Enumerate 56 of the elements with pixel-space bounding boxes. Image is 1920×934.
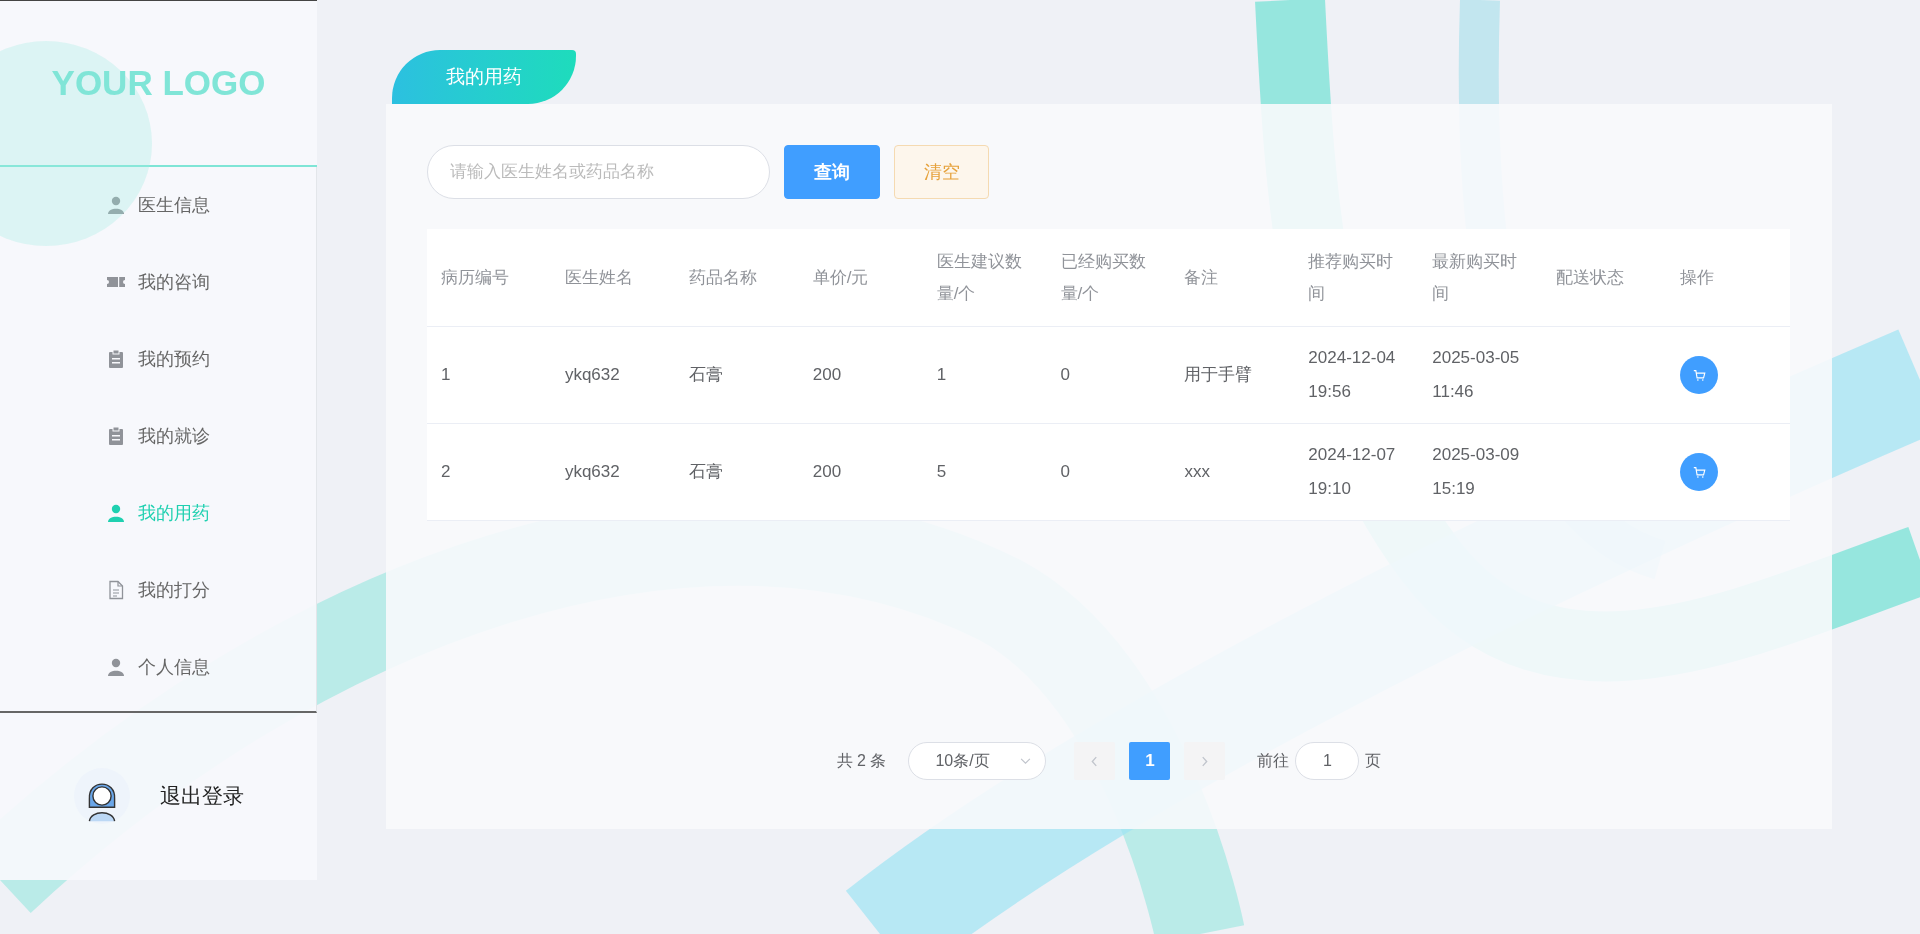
table-cell-text: 1 — [936, 364, 948, 386]
cart-button[interactable] — [1680, 453, 1719, 491]
table-cell-text: 2024-12-07 19:10 — [1308, 444, 1397, 500]
goto-label: 前往 — [1257, 750, 1290, 771]
column-header: 最新购买时间 — [1432, 250, 1519, 305]
table-cell-text: 2025-03-05 11:46 — [1432, 347, 1521, 403]
page-suffix: 页 — [1365, 750, 1382, 771]
column-header: 配送状态 — [1556, 266, 1626, 289]
sidebar-item[interactable]: 个人信息 — [0, 628, 316, 706]
table-cell-text: 0 — [1060, 461, 1071, 483]
person-icon — [106, 195, 126, 216]
column-header: 病历编号 — [441, 266, 510, 289]
table-cell-text: ykq632 — [564, 364, 621, 386]
sidebar-item[interactable]: 我的打分 — [0, 551, 316, 629]
column-header: 医生建议数量/个 — [936, 250, 1023, 305]
table-cell-text: 1 — [441, 364, 452, 386]
cart-button[interactable] — [1680, 356, 1719, 394]
page-size-select[interactable]: 10条/页 — [908, 742, 1047, 780]
cart-icon — [1692, 465, 1706, 479]
total-count: 共 2 条 — [836, 750, 887, 771]
table-cell-text: 200 — [812, 364, 843, 386]
logo-text: YOUR LOGO — [51, 63, 266, 104]
column-header: 单价/元 — [812, 266, 870, 289]
page-number-field[interactable]: 1 — [1295, 742, 1360, 780]
table-cell-text: xxx — [1184, 461, 1211, 483]
table-cell-text: 0 — [1060, 364, 1071, 386]
search-field[interactable]: 请输入医生姓名或药品名称 — [427, 145, 770, 199]
table-cell-text: 2 — [441, 461, 452, 483]
clipboard-icon — [106, 349, 126, 370]
column-header: 医生姓名 — [564, 266, 634, 289]
person-icon — [106, 503, 126, 524]
document-icon — [106, 580, 126, 601]
table-cell-text: 石膏 — [688, 364, 724, 386]
chevron-down-icon — [1020, 757, 1032, 765]
table-cell-text: 石膏 — [688, 461, 724, 483]
column-header: 药品名称 — [688, 266, 758, 289]
sidebar-item[interactable]: 医生信息 — [0, 166, 316, 244]
clipboard-icon — [106, 426, 126, 447]
table-cell-text: 2024-12-04 19:56 — [1308, 347, 1397, 403]
logout-link[interactable]: 退出登录 — [159, 782, 244, 811]
column-header: 推荐购买时间 — [1308, 250, 1395, 305]
sidebar-item[interactable]: 我的就诊 — [0, 397, 316, 475]
column-header: 备注 — [1184, 266, 1220, 289]
chevron-right-icon — [1201, 755, 1209, 767]
table-cell-text: ykq632 — [564, 461, 621, 483]
column-header: 已经购买数量/个 — [1060, 250, 1147, 305]
person-icon — [106, 657, 126, 678]
column-header: 操作 — [1680, 266, 1716, 289]
table-cell-text: 2025-03-09 15:19 — [1432, 444, 1521, 500]
sidebar-item[interactable]: 我的咨询 — [0, 243, 316, 321]
sidebar-item[interactable]: 我的预约 — [0, 320, 316, 398]
table-cell-text: 200 — [812, 461, 843, 483]
table-cell-text: 5 — [936, 461, 948, 483]
chevron-left-icon — [1091, 755, 1099, 767]
table-cell-text: 用于手臂 — [1184, 364, 1254, 386]
cart-icon — [1692, 368, 1706, 382]
